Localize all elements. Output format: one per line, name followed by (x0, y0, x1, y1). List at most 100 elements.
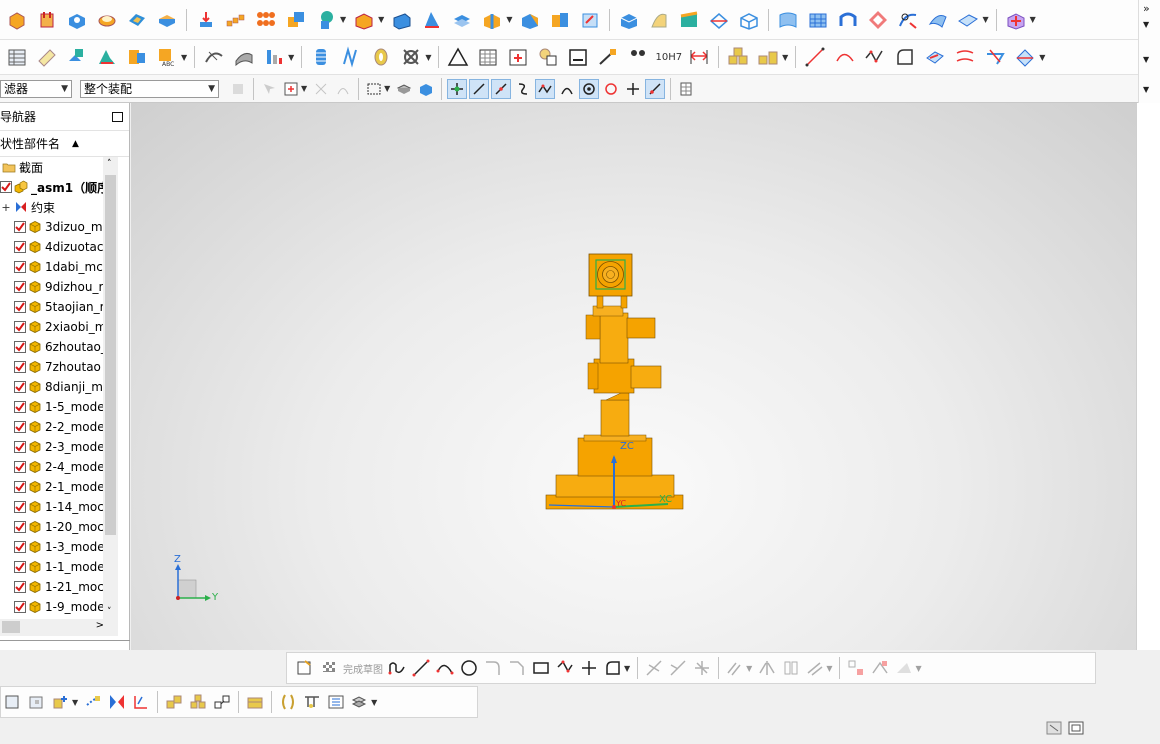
dropdown-arrow[interactable]: ▼ (378, 15, 384, 24)
replace-face-icon[interactable] (548, 8, 572, 32)
spring-icon[interactable] (339, 45, 363, 69)
weld-symbol-icon[interactable] (596, 45, 620, 69)
tree-row[interactable]: 2-3_mode (0, 437, 118, 457)
surface-patch-icon[interactable] (677, 8, 701, 32)
maximize-icon[interactable] (112, 111, 123, 122)
dropdown-arrow[interactable]: ▼ (288, 53, 294, 62)
arc-icon[interactable] (833, 45, 857, 69)
selection-scope-combo[interactable]: 整个装配 ▼ (80, 79, 219, 98)
table-grid-icon[interactable] (476, 45, 500, 69)
wave-interpart-links-icon[interactable] (350, 692, 370, 712)
tree-row[interactable]: 截面 (0, 157, 118, 177)
constraint-align-icon[interactable] (95, 45, 119, 69)
derived-line-icon[interactable] (805, 658, 825, 678)
select-component-icon[interactable] (416, 79, 436, 99)
parts-list-icon[interactable] (35, 45, 59, 69)
snap-grid-icon[interactable] (676, 79, 696, 99)
tree-row[interactable]: _asm1（顺序 (0, 177, 118, 197)
move-component-icon[interactable] (83, 692, 103, 712)
pattern-feature-icon[interactable] (224, 8, 248, 32)
chevron-down-icon[interactable]: ▼ (1143, 85, 1149, 94)
cue-line-toggle-icon[interactable] (1044, 718, 1064, 738)
sketch-line-icon[interactable] (411, 658, 431, 678)
visibility-checkbox[interactable] (14, 221, 26, 233)
finish-sketch-flag-icon[interactable] (319, 658, 339, 678)
visibility-checkbox[interactable] (14, 461, 26, 473)
sketch-fillet-icon[interactable] (483, 658, 503, 678)
tree-row[interactable]: 1-3_mode (0, 537, 118, 557)
dropdown-arrow[interactable]: ▼ (746, 664, 752, 673)
chevron-down-icon[interactable]: ▼ (1143, 55, 1149, 64)
snap-intersection-icon[interactable] (535, 78, 556, 99)
extension-surface-icon[interactable] (956, 8, 980, 32)
upper-arm[interactable] (599, 312, 629, 364)
lower-column[interactable] (600, 399, 630, 437)
scrollbar-thumb[interactable] (2, 621, 20, 633)
more-tools-chevron[interactable]: » (1143, 2, 1150, 15)
full-screen-toggle-icon[interactable] (1066, 718, 1086, 738)
snap-enable-icon[interactable] (447, 78, 468, 99)
spline-icon[interactable] (863, 45, 887, 69)
robot-arm-model[interactable] (131, 103, 1136, 650)
scroll-right-icon[interactable]: > (96, 620, 104, 631)
pattern-curve-icon[interactable] (781, 658, 801, 678)
visibility-checkbox[interactable] (14, 501, 26, 513)
snap-midpoint-icon[interactable] (491, 78, 512, 99)
dropdown-arrow[interactable]: ▼ (384, 84, 390, 93)
studio-spline-icon[interactable] (603, 658, 623, 678)
visibility-checkbox[interactable] (14, 421, 26, 433)
n-sided-surface-icon[interactable] (866, 8, 890, 32)
tree-row[interactable]: 1-14_moc (0, 497, 118, 517)
visibility-checkbox[interactable] (14, 601, 26, 613)
component-pattern-array-icon[interactable] (131, 692, 151, 712)
mirror-assembly-icon[interactable] (107, 692, 127, 712)
dimension-table-icon[interactable] (506, 45, 530, 69)
expand-icon[interactable]: + (0, 201, 12, 214)
sequence-navigator-icon[interactable] (278, 692, 298, 712)
dropdown-arrow[interactable]: ▼ (72, 698, 78, 707)
snap-existing-point-icon[interactable] (623, 79, 643, 99)
dropdown-arrow[interactable]: ▼ (340, 15, 346, 24)
show-and-hide-constraints-icon[interactable] (188, 692, 208, 712)
geometric-constraints-icon[interactable] (846, 658, 866, 678)
part-family-icon[interactable]: ABC (155, 45, 179, 69)
elbow-joint[interactable] (593, 358, 635, 394)
graphics-viewport[interactable]: ZC XC YC Z Y (131, 103, 1136, 650)
sketch-rectangle-icon[interactable] (531, 658, 551, 678)
rectangle-select-icon[interactable] (364, 79, 384, 99)
visibility-checkbox[interactable] (14, 541, 26, 553)
add-component-icon[interactable] (51, 692, 71, 712)
move-face-icon[interactable] (578, 8, 602, 32)
offset-sketch-curve-icon[interactable] (725, 658, 745, 678)
tree-row[interactable]: 2-4_mode (0, 457, 118, 477)
thicken-icon[interactable] (194, 8, 218, 32)
tree-row[interactable]: 9dizhou_r (0, 277, 118, 297)
assembly-constraints-icon[interactable] (164, 692, 184, 712)
visibility-checkbox[interactable] (14, 581, 26, 593)
visibility-checkbox[interactable] (0, 181, 12, 193)
tree-row[interactable]: 2xiaobi_m (0, 317, 118, 337)
hole-callout-icon[interactable] (626, 45, 650, 69)
sort-ascending-icon[interactable]: ▲ (72, 139, 79, 149)
dropdown-arrow[interactable]: ▼ (506, 15, 512, 24)
datum-plane-icon[interactable] (314, 8, 338, 32)
triangle-shape-icon[interactable] (446, 45, 470, 69)
snap-endpoint-icon[interactable] (469, 78, 490, 99)
hole-icon[interactable] (65, 8, 89, 32)
auto-constrain-icon[interactable] (870, 658, 890, 678)
dropdown-arrow[interactable]: ▼ (826, 664, 832, 673)
dropdown-arrow[interactable]: ▼ (301, 84, 307, 93)
bar-chart-tool-icon[interactable] (262, 45, 286, 69)
tree-row[interactable]: 5taojian_r (0, 297, 118, 317)
dropdown-arrow[interactable]: ▼ (782, 53, 788, 62)
assembly-add-icon[interactable] (1004, 8, 1028, 32)
trim-body-icon[interactable] (450, 8, 474, 32)
tree-row[interactable]: 2-2_mode (0, 417, 118, 437)
navigator-column-header[interactable]: 状性部件名 ▲ (0, 131, 129, 157)
chamfer-icon[interactable] (390, 8, 414, 32)
visibility-checkbox[interactable] (14, 381, 26, 393)
shoulder-motor[interactable] (626, 317, 656, 339)
sketch-icon[interactable] (295, 658, 315, 678)
balloon-icon[interactable] (536, 45, 560, 69)
offset-face-icon[interactable] (518, 8, 542, 32)
